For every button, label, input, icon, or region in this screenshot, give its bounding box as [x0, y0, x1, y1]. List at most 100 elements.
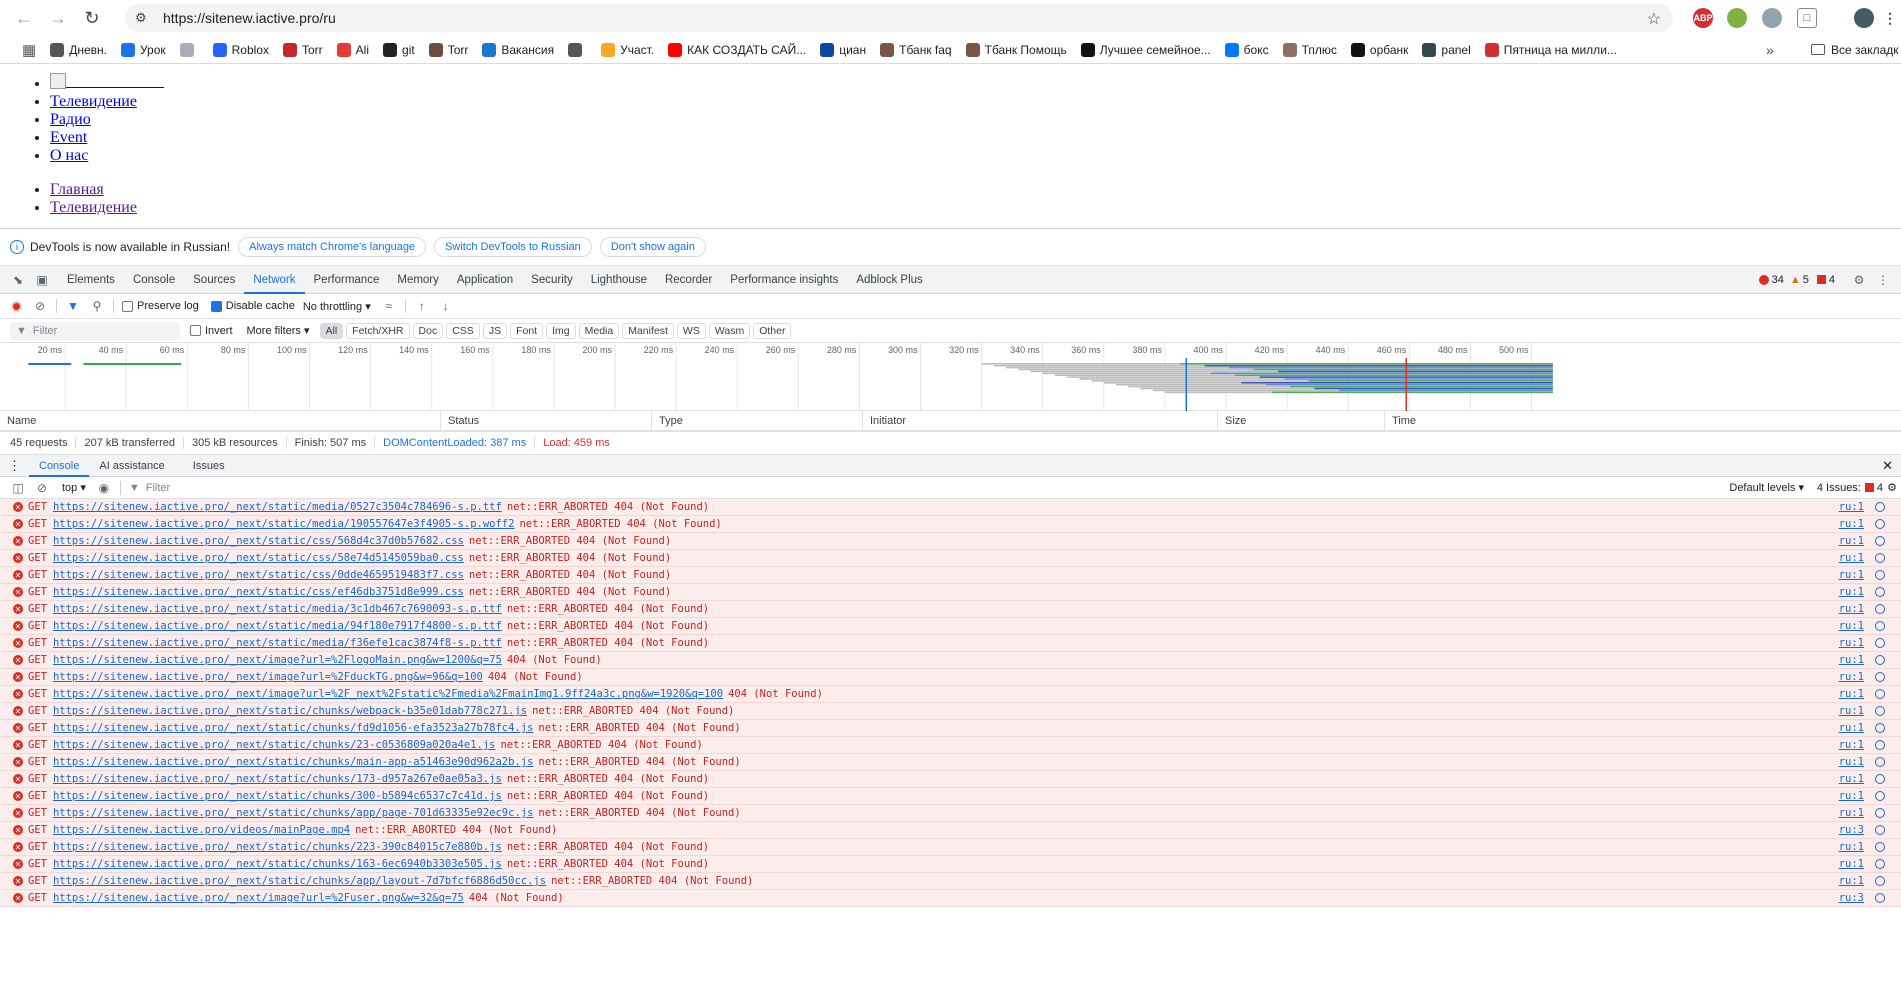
bookmark-item[interactable]: panel	[1422, 42, 1471, 57]
devtools-tab-performance-insights[interactable]: Performance insights	[721, 266, 847, 294]
request-url-link[interactable]: https://sitenew.iactive.pro/_next/static…	[53, 603, 502, 615]
source-location-link[interactable]: ru:1	[1839, 501, 1864, 513]
console-error-row[interactable]: ✕ GET https://sitenew.iactive.pro/_next/st…	[0, 499, 1901, 516]
extension-icon[interactable]	[1727, 8, 1747, 28]
clear-console-icon[interactable]: ⊘	[34, 480, 50, 496]
network-request-icon[interactable]	[1875, 553, 1885, 563]
bookmark-item[interactable]: Пятница на милли...	[1484, 42, 1617, 57]
bookmark-item[interactable]: Дневн.	[50, 42, 107, 57]
column-time[interactable]: Time	[1385, 411, 1901, 431]
console-error-row[interactable]: ✕ GET https://sitenew.iactive.pro/_next/im…	[0, 686, 1901, 703]
network-request-icon[interactable]	[1875, 876, 1885, 886]
bookmark-item[interactable]: орбанк	[1350, 42, 1408, 57]
type-filter-img[interactable]: Img	[546, 322, 576, 339]
source-location-link[interactable]: ru:1	[1839, 875, 1864, 887]
console-error-row[interactable]: ✕ GET https://sitenew.iactive.pro/_next/st…	[0, 788, 1901, 805]
console-filter-input[interactable]: ▼ Filter	[129, 482, 170, 494]
source-location-link[interactable]: ru:1	[1839, 756, 1864, 768]
close-drawer-icon[interactable]: ✕	[1882, 458, 1893, 474]
nav-link-about[interactable]: О нас	[50, 147, 88, 164]
column-type[interactable]: Type	[652, 410, 863, 431]
type-filter-all[interactable]: All	[319, 322, 344, 339]
disable-cache-checkbox[interactable]	[210, 300, 222, 312]
avatar[interactable]	[1854, 8, 1874, 28]
dont-show-again-button[interactable]: Don't show again	[599, 237, 706, 257]
source-location-link[interactable]: ru:3	[1839, 892, 1864, 904]
source-location-link[interactable]: ru:3	[1839, 824, 1864, 836]
source-location-link[interactable]: ru:1	[1839, 552, 1864, 564]
bookmark-item[interactable]	[568, 42, 587, 57]
all-bookmarks-folder[interactable]: Все закладк	[1811, 43, 1899, 57]
source-location-link[interactable]: ru:1	[1839, 620, 1864, 632]
network-request-icon[interactable]	[1875, 723, 1885, 733]
request-url-link[interactable]: https://sitenew.iactive.pro/_next/static…	[53, 552, 464, 564]
devtools-tab-console[interactable]: Console	[124, 266, 184, 294]
source-location-link[interactable]: ru:1	[1839, 569, 1864, 581]
bookmarks-overflow-icon[interactable]: »	[1766, 42, 1774, 58]
console-error-row[interactable]: ✕ GET https://sitenew.iactive.pro/_next/st…	[0, 567, 1901, 584]
type-filter-doc[interactable]: Doc	[412, 322, 444, 339]
network-request-icon[interactable]	[1875, 706, 1885, 716]
live-expression-eye-icon[interactable]: ◉	[96, 480, 112, 496]
request-url-link[interactable]: https://sitenew.iactive.pro/_next/static…	[53, 620, 502, 632]
console-error-row[interactable]: ✕ GET https://sitenew.iactive.pro/videos/m…	[0, 822, 1901, 839]
request-url-link[interactable]: https://sitenew.iactive.pro/_next/static…	[53, 790, 502, 802]
source-location-link[interactable]: ru:1	[1839, 688, 1864, 700]
column-initiator[interactable]: Initiator	[863, 410, 1218, 431]
bookmark-item[interactable]: Урок	[120, 42, 166, 57]
network-request-icon[interactable]	[1875, 519, 1885, 529]
network-request-icon[interactable]	[1875, 536, 1885, 546]
request-url-link[interactable]: https://sitenew.iactive.pro/_next/image?…	[53, 654, 502, 666]
request-url-link[interactable]: https://sitenew.iactive.pro/_next/static…	[53, 637, 502, 649]
type-filter-ws[interactable]: WS	[676, 322, 706, 339]
nav-link-tv-2[interactable]: Телевидение	[50, 199, 137, 216]
network-request-icon[interactable]	[1875, 621, 1885, 631]
record-icon[interactable]	[8, 298, 24, 314]
console-error-row[interactable]: ✕ GET https://sitenew.iactive.pro/_next/st…	[0, 635, 1901, 652]
request-url-link[interactable]: https://sitenew.iactive.pro/_next/static…	[53, 586, 464, 598]
source-location-link[interactable]: ru:1	[1839, 654, 1864, 666]
site-info-icon[interactable]: ⚙	[135, 10, 151, 26]
drawer-menu-icon[interactable]: ⋮	[0, 458, 29, 474]
devtools-tab-sources[interactable]: Sources	[184, 266, 244, 294]
console-settings-icon[interactable]: ⚙	[1887, 481, 1897, 494]
bookmark-item[interactable]: Лучшее семейное...	[1080, 42, 1211, 57]
bookmark-item[interactable]: git	[383, 42, 415, 57]
address-bar[interactable]: ⚙ https://sitenew.iactive.pro/ru ☆	[125, 4, 1673, 32]
console-error-row[interactable]: ✕ GET https://sitenew.iactive.pro/_next/st…	[0, 873, 1901, 890]
request-url-link[interactable]: https://sitenew.iactive.pro/_next/static…	[53, 875, 546, 887]
request-url-link[interactable]: https://sitenew.iactive.pro/_next/static…	[53, 841, 502, 853]
network-request-icon[interactable]	[1875, 757, 1885, 767]
devtools-tab-application[interactable]: Application	[448, 266, 522, 294]
source-location-link[interactable]: ru:1	[1839, 705, 1864, 717]
console-error-row[interactable]: ✕ GET https://sitenew.iactive.pro/_next/st…	[0, 771, 1901, 788]
broken-logo-image[interactable]	[50, 72, 164, 89]
bookmark-item[interactable]: КАК СОЗДАТЬ САЙ...	[668, 42, 806, 57]
request-url-link[interactable]: https://sitenew.iactive.pro/_next/static…	[53, 569, 464, 581]
throttling-select[interactable]: No throttling ▾	[303, 300, 371, 313]
type-filter-css[interactable]: CSS	[446, 322, 480, 339]
request-url-link[interactable]: https://sitenew.iactive.pro/videos/mainP…	[53, 824, 350, 836]
console-error-row[interactable]: ✕ GET https://sitenew.iactive.pro/_next/st…	[0, 550, 1901, 567]
bookmark-item[interactable]: Тплюс	[1282, 42, 1337, 57]
request-url-link[interactable]: https://sitenew.iactive.pro/_next/static…	[53, 858, 502, 870]
request-url-link[interactable]: https://sitenew.iactive.pro/_next/image?…	[53, 688, 723, 700]
type-filter-media[interactable]: Media	[578, 322, 620, 339]
bookmark-star-icon[interactable]: ☆	[1647, 9, 1661, 29]
network-request-icon[interactable]	[1875, 791, 1885, 801]
bookmark-item[interactable]: Roblox	[212, 42, 269, 57]
console-error-row[interactable]: ✕ GET https://sitenew.iactive.pro/_next/st…	[0, 754, 1901, 771]
request-url-link[interactable]: https://sitenew.iactive.pro/_next/static…	[53, 705, 527, 717]
console-error-row[interactable]: ✕ GET https://sitenew.iactive.pro/_next/im…	[0, 669, 1901, 686]
source-location-link[interactable]: ru:1	[1839, 841, 1864, 853]
console-error-row[interactable]: ✕ GET https://sitenew.iactive.pro/_next/st…	[0, 601, 1901, 618]
bookmark-item[interactable]: Тбанк faq	[880, 42, 952, 57]
nav-link-home[interactable]: Главная	[50, 181, 104, 198]
bookmark-item[interactable]: Ali	[336, 42, 369, 57]
console-error-row[interactable]: ✕ GET https://sitenew.iactive.pro/_next/st…	[0, 805, 1901, 822]
source-location-link[interactable]: ru:1	[1839, 586, 1864, 598]
devtools-tab-memory[interactable]: Memory	[388, 266, 448, 294]
shield-extension-icon[interactable]	[1762, 8, 1782, 28]
menu-kebab-icon[interactable]: ⋮	[1880, 8, 1900, 28]
preserve-log-checkbox[interactable]	[122, 300, 133, 312]
